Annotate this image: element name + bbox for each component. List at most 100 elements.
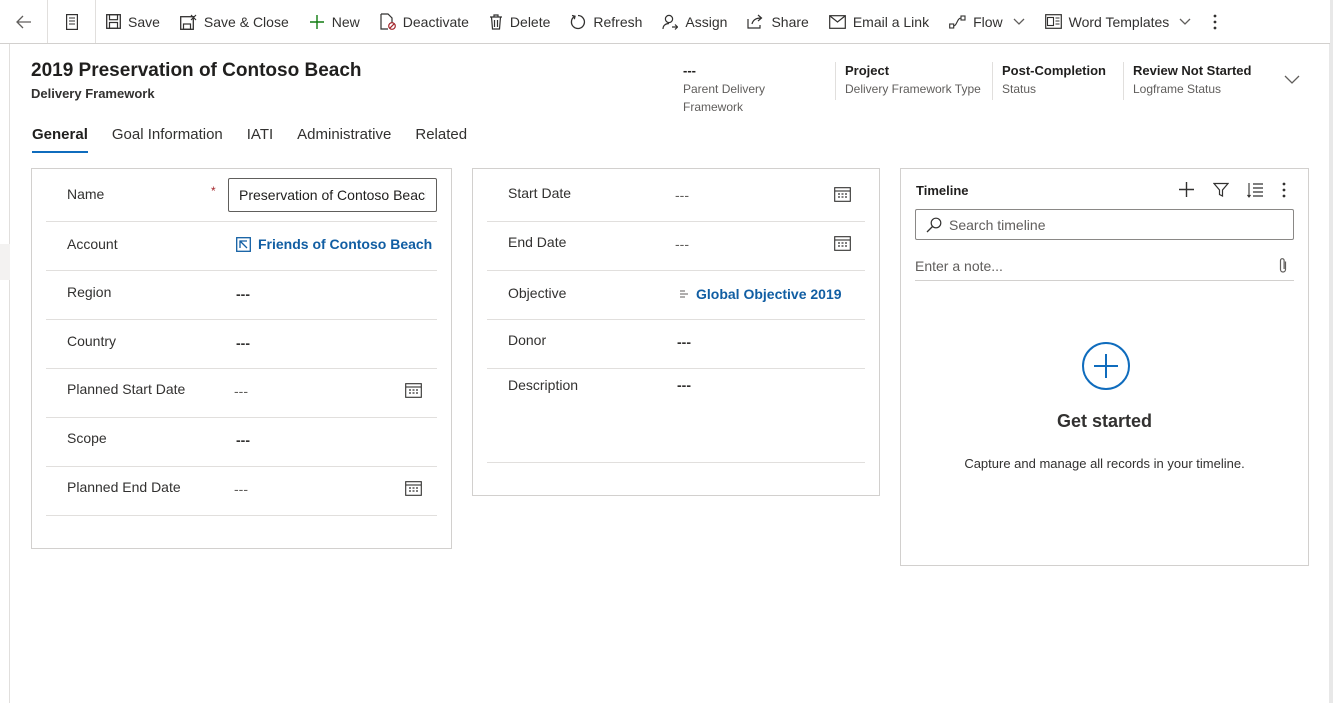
flow-label: Flow [973, 13, 1003, 30]
required-indicator: * [211, 184, 216, 198]
header-expand-button[interactable] [1284, 72, 1300, 90]
donor-value[interactable]: --- [677, 334, 691, 350]
word-templates-button[interactable]: Word Templates [1035, 0, 1202, 43]
tab-related[interactable]: Related [415, 126, 467, 153]
field-country: Country --- [46, 320, 437, 369]
record-title: 2019 Preservation of Contoso Beach [31, 60, 362, 81]
assign-button[interactable]: Assign [652, 0, 737, 43]
sort-list-icon[interactable] [1247, 182, 1264, 198]
more-commands-button[interactable] [1201, 0, 1236, 43]
header-field-value: Review Not Started [1133, 63, 1252, 78]
field-label: Donor [508, 332, 547, 348]
objective-value: Global Objective 2019 [696, 286, 842, 302]
word-templates-label: Word Templates [1068, 13, 1170, 30]
deactivate-button[interactable]: Deactivate [370, 0, 479, 43]
filter-icon[interactable] [1213, 182, 1229, 198]
header-field-status[interactable]: Post-Completion Status [993, 62, 1124, 100]
header-field-parent[interactable]: --- Parent Delivery Framework [674, 62, 836, 114]
calendar-icon[interactable] [405, 480, 422, 496]
flow-button[interactable]: Flow [939, 0, 1035, 43]
field-objective: Objective Global Objective 2019 [487, 271, 865, 320]
delete-label: Delete [509, 13, 551, 30]
tab-iati[interactable]: IATI [247, 126, 273, 153]
assign-person-icon [662, 14, 679, 30]
more-vertical-icon[interactable] [1282, 182, 1286, 198]
region-value[interactable]: --- [236, 286, 250, 302]
search-icon [926, 217, 942, 232]
field-label: Region [67, 284, 112, 300]
back-button[interactable] [0, 0, 48, 43]
command-bar: Save Save & Close New Deactivate Delete … [0, 0, 1330, 44]
left-nav-strip [0, 44, 10, 703]
field-label: Planned End Date [67, 479, 181, 495]
new-button[interactable]: New [299, 0, 370, 43]
objective-lookup-link[interactable]: Global Objective 2019 [679, 286, 842, 302]
field-end-date: End Date --- [487, 222, 865, 271]
field-planned-start-date: Planned Start Date --- [46, 369, 437, 418]
new-label: New [331, 13, 360, 30]
flow-icon [949, 14, 966, 29]
header-field-label: Logframe Status [1133, 82, 1222, 96]
start-date-input[interactable]: --- [675, 187, 689, 203]
field-label: Planned Start Date [67, 381, 186, 397]
word-template-icon [1044, 14, 1062, 29]
scrollbar[interactable] [1329, 0, 1333, 703]
save-label: Save [128, 13, 160, 30]
timeline-section: Timeline Search timeline Enter a note...… [900, 168, 1309, 566]
field-start-date: Start Date --- [487, 169, 865, 222]
more-vertical-icon [1213, 14, 1217, 29]
field-label: Objective [508, 285, 567, 301]
calendar-icon[interactable] [834, 235, 851, 251]
header-fields: --- Parent Delivery Framework Project De… [674, 62, 1264, 114]
refresh-button[interactable]: Refresh [560, 0, 652, 43]
attachment-icon[interactable] [1278, 257, 1288, 274]
general-section: Name * Account Friends of Contoso Beach … [31, 168, 452, 549]
trash-icon [489, 13, 502, 30]
save-close-button[interactable]: Save & Close [170, 0, 299, 43]
timeline-note-input[interactable]: Enter a note... [915, 251, 1294, 281]
planned-start-date-input[interactable]: --- [234, 383, 248, 399]
objective-icon [680, 290, 688, 298]
header-field-label: Parent Delivery Framework [683, 82, 766, 114]
share-button[interactable]: Share [737, 0, 818, 43]
calendar-icon[interactable] [405, 382, 422, 398]
description-value[interactable]: --- [677, 377, 691, 393]
header-field-label: Delivery Framework Type [845, 82, 981, 96]
refresh-label: Refresh [593, 13, 643, 30]
field-description: Description --- [487, 369, 865, 463]
name-input[interactable] [228, 178, 437, 212]
form-selector-button[interactable] [48, 0, 96, 43]
timeline-search-input[interactable]: Search timeline [915, 209, 1294, 240]
tab-goal-information[interactable]: Goal Information [112, 126, 223, 153]
form-tabs: General Goal Information IATI Administra… [32, 126, 491, 153]
save-button[interactable]: Save [96, 0, 170, 43]
header-field-type[interactable]: Project Delivery Framework Type [836, 62, 993, 100]
header-field-value: Post-Completion [1002, 63, 1106, 78]
header-field-logframe-status[interactable]: Review Not Started Logframe Status [1124, 62, 1264, 100]
planned-end-date-input[interactable]: --- [234, 481, 248, 497]
field-planned-end-date: Planned End Date --- [46, 467, 437, 516]
end-date-input[interactable]: --- [675, 236, 689, 252]
tab-general[interactable]: General [32, 126, 88, 153]
add-icon[interactable] [1178, 181, 1195, 198]
delete-button[interactable]: Delete [479, 0, 560, 43]
timeline-get-started-heading: Get started [1056, 411, 1153, 431]
calendar-icon[interactable] [834, 186, 851, 202]
app-window: Save Save & Close New Deactivate Delete … [0, 0, 1333, 703]
record-header: 2019 Preservation of Contoso Beach Deliv… [31, 60, 362, 101]
record-entity-name: Delivery Framework [31, 86, 155, 101]
account-icon [236, 236, 251, 252]
plus-icon [309, 14, 324, 29]
scope-value[interactable]: --- [236, 432, 250, 448]
get-started-plus-icon[interactable] [1081, 341, 1131, 391]
email-link-button[interactable]: Email a Link [819, 0, 939, 43]
timeline-search-placeholder: Search timeline [949, 216, 1046, 233]
chevron-down-icon [1179, 18, 1191, 25]
country-value[interactable]: --- [236, 335, 250, 351]
field-label: Description [508, 377, 579, 393]
account-lookup-link[interactable]: Friends of Contoso Beach [236, 236, 432, 252]
field-scope: Scope --- [46, 418, 437, 467]
field-label: Account [67, 236, 118, 252]
tab-administrative[interactable]: Administrative [297, 126, 391, 153]
save-icon [106, 14, 121, 29]
